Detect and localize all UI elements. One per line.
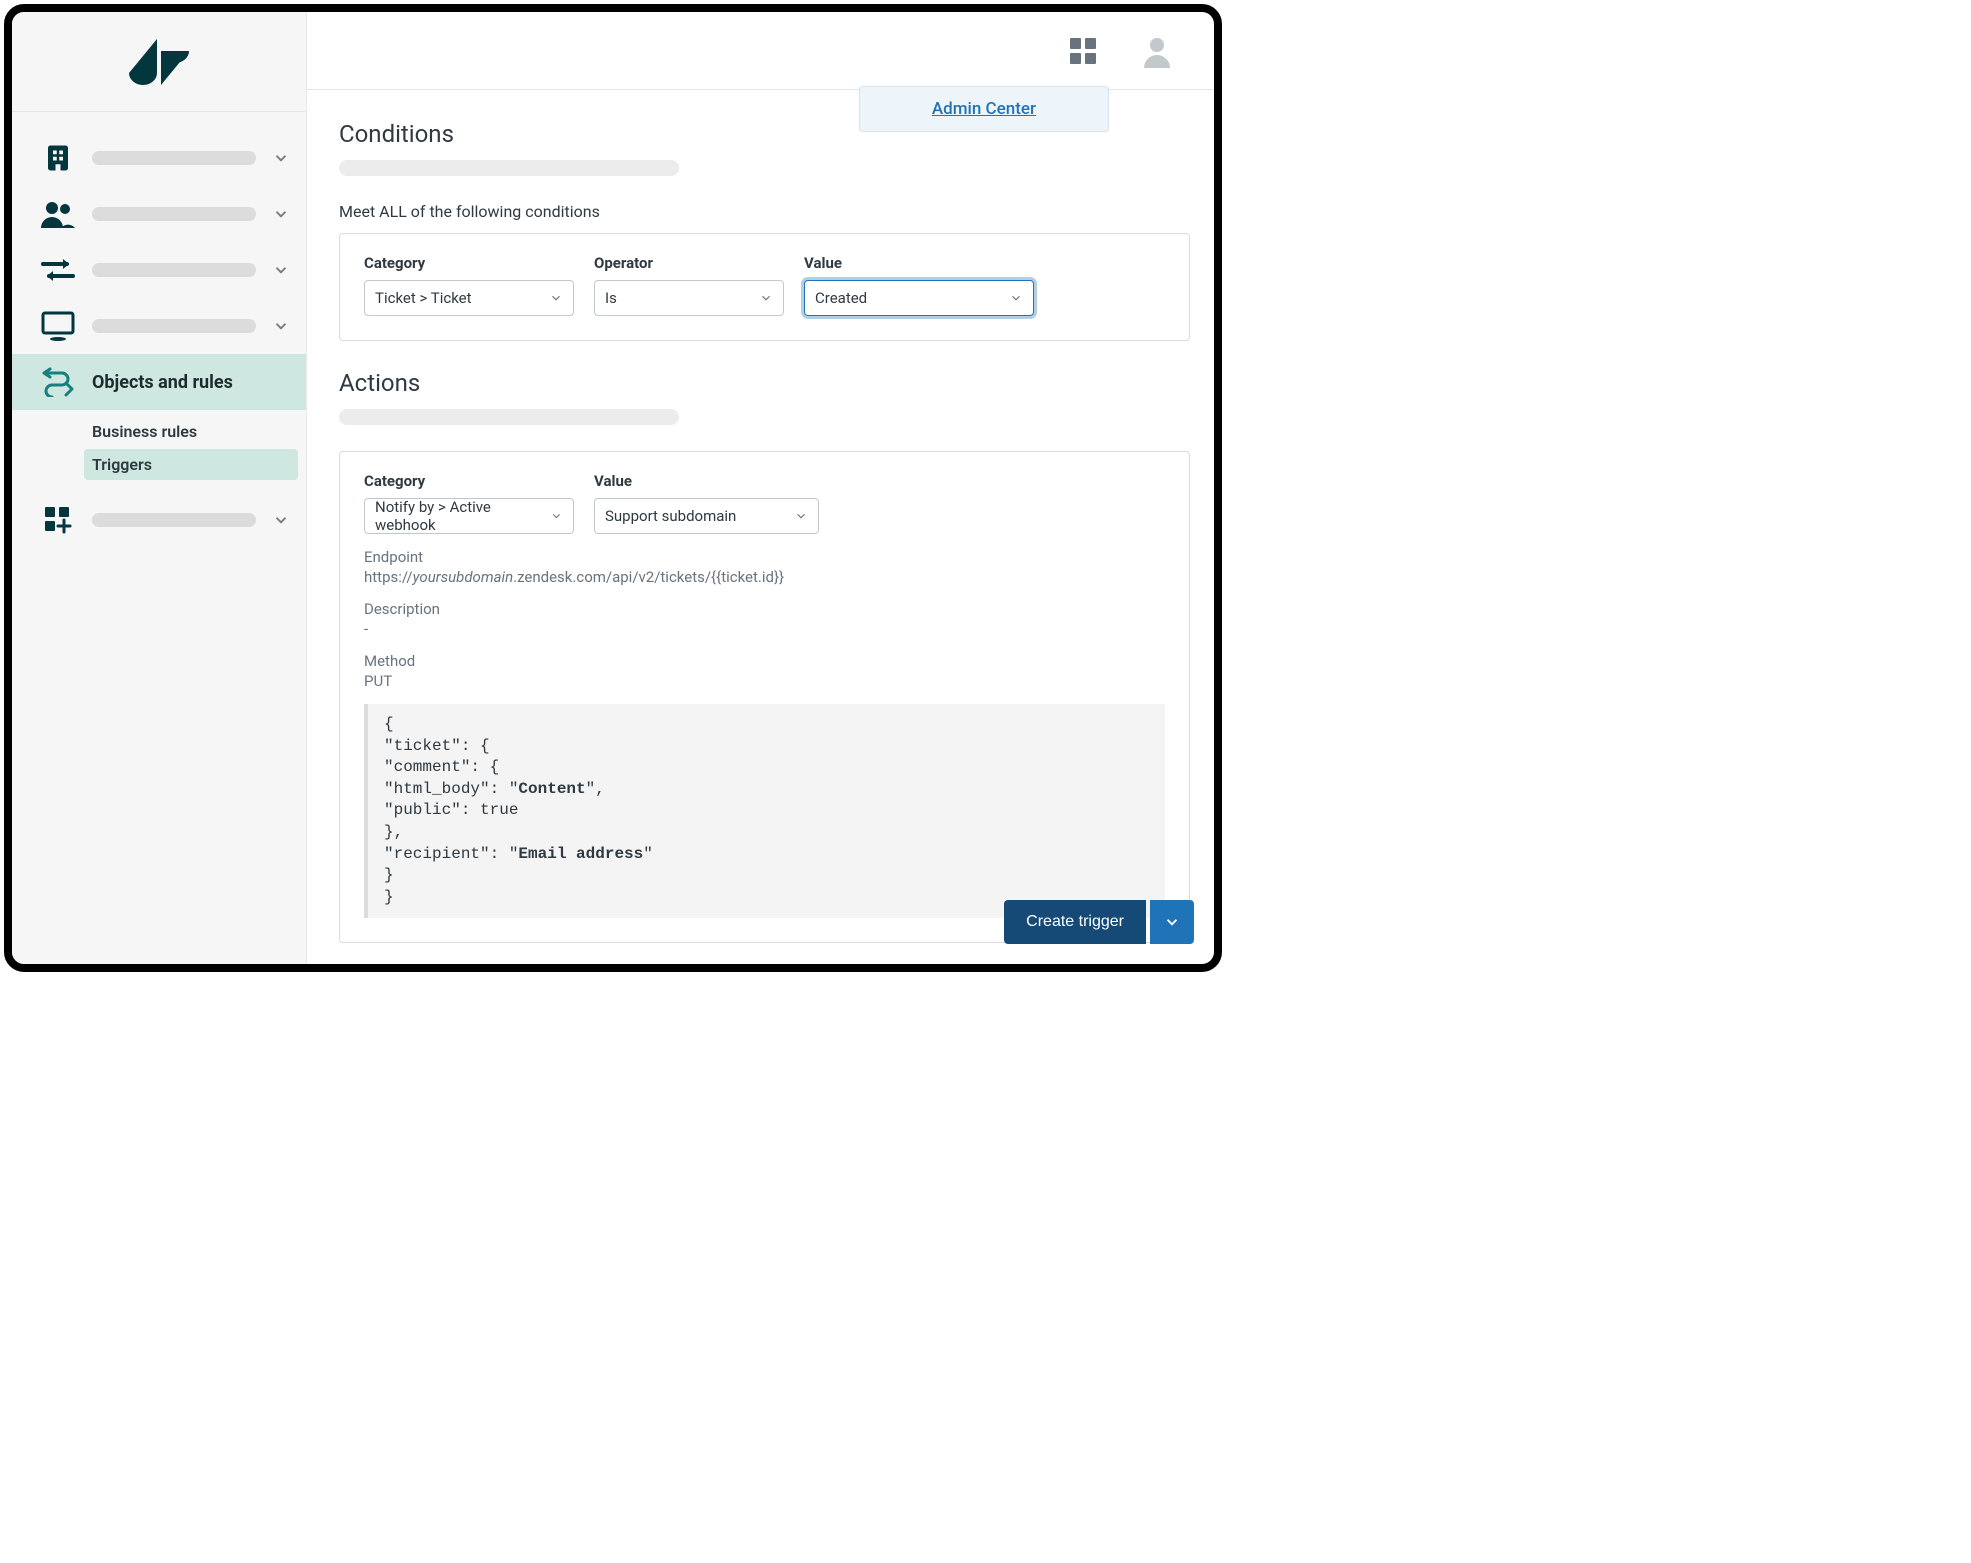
admin-center-link[interactable]: Admin Center [932, 99, 1036, 119]
create-trigger-split[interactable] [1150, 900, 1194, 944]
action-category-select[interactable]: Notify by > Active webhook [364, 498, 574, 534]
sidebar-item-6[interactable] [12, 492, 306, 548]
admin-center-pill: Admin Center [859, 86, 1109, 132]
profile-icon[interactable] [1140, 34, 1174, 68]
sidebar-label-placeholder [92, 207, 256, 221]
sidebar-label-placeholder [92, 513, 256, 527]
workflow-icon [40, 364, 76, 400]
chevron-down-icon [272, 149, 290, 167]
sidebar-subnav: Business rules Triggers [12, 410, 306, 492]
sidebar: Objects and rules Business rules Trigger… [12, 12, 307, 964]
chevron-down-icon [759, 291, 773, 305]
select-value: Ticket > Ticket [375, 289, 472, 307]
chevron-down-icon [794, 509, 808, 523]
condition-value-select[interactable]: Created [804, 280, 1034, 316]
select-value: Support subdomain [605, 507, 736, 525]
main-area: Admin Center Conditions Meet ALL of the … [307, 12, 1214, 964]
method-label: Method [364, 652, 1165, 670]
create-trigger-button[interactable]: Create trigger [1004, 900, 1146, 944]
category-label: Category [364, 254, 574, 272]
sidebar-item-label: Objects and rules [92, 372, 290, 393]
zendesk-logo [129, 39, 189, 85]
action-value-select[interactable]: Support subdomain [594, 498, 819, 534]
monitor-icon [40, 308, 76, 344]
chevron-down-icon [549, 291, 563, 305]
conditions-meet-all: Meet ALL of the following conditions [339, 202, 1190, 221]
method-value: PUT [364, 672, 1165, 690]
sidebar-item-2[interactable] [12, 186, 306, 242]
logo-area [12, 12, 306, 112]
chevron-down-icon [272, 317, 290, 335]
select-value: Is [605, 289, 617, 307]
conditions-card: Category Ticket > Ticket Operator Is [339, 233, 1190, 341]
chevron-down-icon [1163, 913, 1181, 931]
description-value: - [364, 620, 1165, 638]
condition-category-select[interactable]: Ticket > Ticket [364, 280, 574, 316]
chevron-down-icon [550, 509, 563, 523]
actions-card: Category Notify by > Active webhook Valu… [339, 451, 1190, 943]
chevron-down-icon [1009, 291, 1023, 305]
conditions-desc-placeholder [339, 160, 679, 176]
operator-label: Operator [594, 254, 784, 272]
sidebar-item-objects-and-rules[interactable]: Objects and rules [12, 354, 306, 410]
actions-desc-placeholder [339, 409, 679, 425]
sidebar-nav: Objects and rules Business rules Trigger… [12, 112, 306, 548]
endpoint-label: Endpoint [364, 548, 1165, 566]
sidebar-label-placeholder [92, 263, 256, 277]
actions-title: Actions [339, 369, 1190, 397]
building-icon [40, 140, 76, 176]
sidebar-label-placeholder [92, 319, 256, 333]
sidebar-item-1[interactable] [12, 130, 306, 186]
arrows-icon [40, 252, 76, 288]
sidebar-subitem-business-rules[interactable]: Business rules [84, 416, 298, 447]
value-label: Value [804, 254, 1034, 272]
select-value: Created [815, 289, 867, 307]
chevron-down-icon [272, 205, 290, 223]
footer-actions: Create trigger [1004, 900, 1194, 944]
apps-plus-icon [40, 502, 76, 538]
description-label: Description [364, 600, 1165, 618]
action-value-label: Value [594, 472, 819, 490]
select-value: Notify by > Active webhook [375, 498, 540, 534]
endpoint-value: https://yoursubdomain.zendesk.com/api/v2… [364, 568, 1165, 586]
action-category-label: Category [364, 472, 574, 490]
topbar [307, 12, 1214, 90]
condition-operator-select[interactable]: Is [594, 280, 784, 316]
people-icon [40, 196, 76, 232]
products-icon[interactable] [1066, 34, 1100, 68]
sidebar-item-4[interactable] [12, 298, 306, 354]
chevron-down-icon [272, 511, 290, 529]
action-body-code: { "ticket": { "comment": { "html_body": … [364, 704, 1165, 918]
content: Conditions Meet ALL of the following con… [307, 90, 1214, 964]
sidebar-item-3[interactable] [12, 242, 306, 298]
chevron-down-icon [272, 261, 290, 279]
sidebar-subitem-triggers[interactable]: Triggers [84, 449, 298, 480]
sidebar-label-placeholder [92, 151, 256, 165]
